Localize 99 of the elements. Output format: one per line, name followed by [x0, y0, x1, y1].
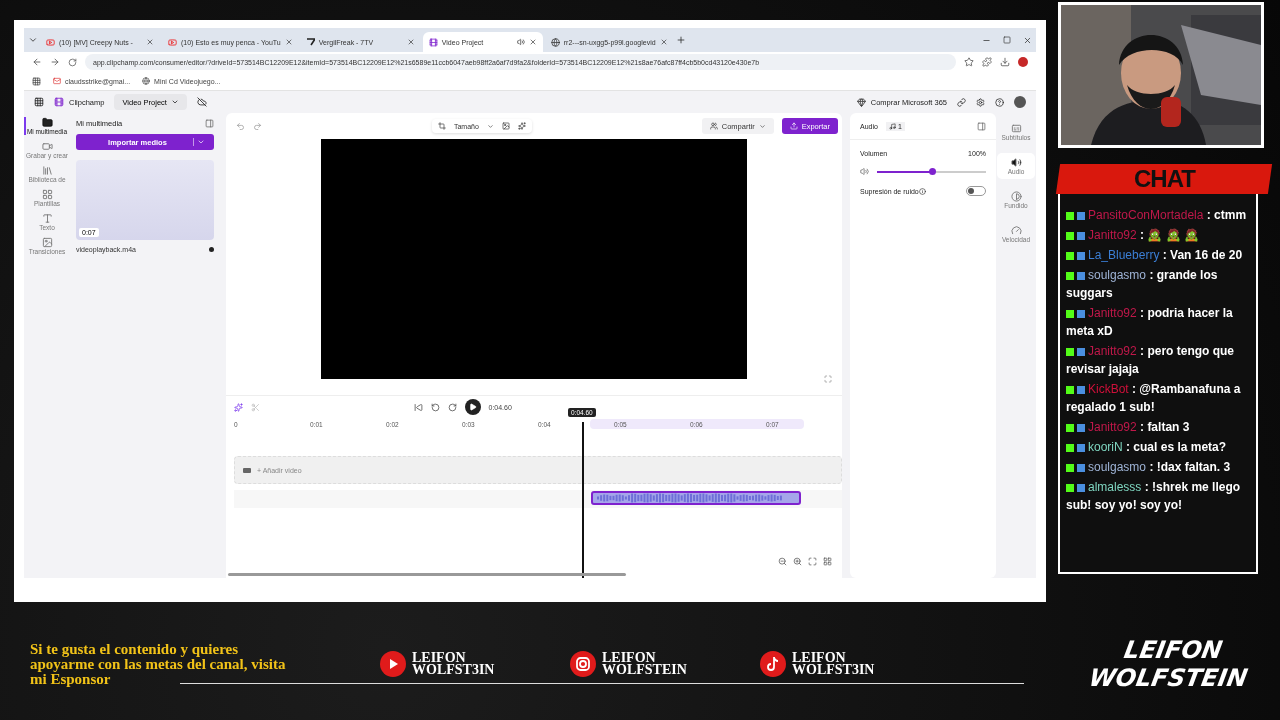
- globe-icon: [550, 37, 560, 47]
- info-icon[interactable]: [918, 187, 926, 195]
- camera-icon: [41, 141, 53, 152]
- close-icon[interactable]: [1023, 35, 1032, 45]
- social-handle: LEIFON WOLFST3IN: [412, 652, 495, 676]
- noise-toggle[interactable]: [966, 186, 986, 196]
- chat-message: almalesss : !shrek me llego sub! soy yo! soy yo!: [1066, 479, 1242, 514]
- forward-icon[interactable]: [50, 57, 60, 67]
- volume-slider[interactable]: [877, 170, 986, 173]
- cloud-off-icon[interactable]: [196, 97, 207, 107]
- bookmark-star-icon[interactable]: [964, 57, 974, 67]
- music-note-icon: [760, 651, 786, 677]
- collapse-panel-icon[interactable]: [977, 121, 986, 131]
- caret-icon: [170, 98, 179, 106]
- gauge-icon: [1010, 225, 1022, 236]
- chat-message: La_Blueberry : Van 16 de 20: [1066, 246, 1252, 264]
- scrollbar[interactable]: [228, 573, 626, 576]
- play-icon: [380, 651, 406, 677]
- forward-icon[interactable]: [447, 402, 457, 412]
- upload-icon: [789, 122, 798, 130]
- play-icon: [468, 403, 477, 411]
- close-icon[interactable]: [284, 38, 293, 46]
- close-icon[interactable]: [146, 38, 154, 46]
- maximize-icon[interactable]: [1003, 36, 1011, 44]
- captions-icon: [1010, 123, 1022, 134]
- apps-icon[interactable]: [34, 97, 44, 107]
- sponsor-text: Si te gusta el contenido y quieres apoyarme con las metas del canal, visita mi Esponsor: [30, 641, 287, 687]
- audio-clip[interactable]: [591, 491, 801, 505]
- help-icon[interactable]: [995, 97, 1004, 107]
- image-icon[interactable]: [501, 122, 510, 130]
- collapse-panel-icon[interactable]: [205, 119, 214, 128]
- social-handle: LEIFON WOLFSTEIN: [602, 652, 687, 676]
- settings-icon[interactable]: [976, 97, 985, 107]
- social-handle: LEIFON WOLFST3IN: [792, 652, 875, 676]
- seven-icon: [306, 38, 315, 46]
- transition-icon: [41, 237, 53, 248]
- chat-message: KickBot : @Rambanafuna a regalado 1 sub!: [1066, 381, 1242, 416]
- chat-message: Janitto92 : 🧟 🧟 🧟: [1066, 226, 1252, 244]
- slider-thumb[interactable]: [928, 167, 936, 175]
- zoom-out-icon[interactable]: [778, 557, 787, 566]
- avatar-icon[interactable]: [1014, 96, 1026, 108]
- chat-message: Janitto92 : podria hacer la meta xD: [1066, 305, 1234, 340]
- speaker-icon: [1010, 157, 1022, 168]
- chat-username[interactable]: soulgasmo: [1088, 460, 1147, 474]
- text-icon: [41, 213, 53, 224]
- chat-message: Janitto92 : faltan 3: [1066, 418, 1252, 436]
- sparkle-icon[interactable]: [517, 122, 526, 130]
- chat-username[interactable]: KickBot: [1088, 382, 1129, 396]
- caret-icon: [486, 122, 494, 130]
- new-tab-icon[interactable]: [675, 35, 686, 45]
- extensions-icon[interactable]: [982, 57, 992, 67]
- film-icon: [54, 97, 64, 107]
- youtube-icon: [46, 37, 55, 47]
- music-icon: [888, 122, 896, 130]
- folder-icon: [41, 117, 53, 128]
- chat-header: CHAT: [1055, 164, 1273, 194]
- chat-message: soulgasmo : grande los suggars: [1066, 267, 1219, 302]
- channel-logo: LEIFON WOLFSTEIN: [1087, 636, 1251, 692]
- skip-back-icon[interactable]: [413, 402, 423, 412]
- camera-icon: [570, 651, 596, 677]
- caret-icon: [758, 122, 766, 130]
- close-icon[interactable]: [528, 38, 537, 46]
- library-icon: [41, 165, 53, 176]
- crop-icon: [437, 122, 446, 130]
- film-icon: [428, 37, 438, 47]
- apps-icon[interactable]: [32, 76, 41, 86]
- reload-icon[interactable]: [68, 57, 77, 67]
- speaker-icon: [860, 167, 869, 176]
- back-icon[interactable]: [32, 57, 42, 67]
- close-icon[interactable]: [659, 38, 668, 46]
- chat-message: Janitto92 : pero tengo que revisar jajaja: [1066, 343, 1236, 378]
- chat-username[interactable]: La_Blueberry: [1088, 248, 1160, 262]
- youtube-icon: [168, 37, 177, 47]
- chat-message: PansitoConMortadela : ctmm: [1066, 206, 1252, 224]
- tab-list-icon[interactable]: [28, 35, 38, 45]
- diamond-icon: [856, 97, 866, 107]
- layout-icon[interactable]: [823, 557, 832, 566]
- globe-icon: [142, 77, 151, 85]
- fit-icon[interactable]: [808, 557, 817, 566]
- chat-username[interactable]: soulgasmo: [1088, 268, 1147, 282]
- people-icon: [709, 122, 718, 130]
- close-icon[interactable]: [406, 38, 415, 46]
- chat-message: kooriN : cual es la meta?: [1066, 438, 1252, 456]
- status-dot-icon: [209, 247, 214, 252]
- link-icon[interactable]: [957, 97, 966, 107]
- rewind-icon[interactable]: [430, 402, 440, 412]
- film-strip-icon: [243, 467, 251, 473]
- play-button[interactable]: [464, 399, 481, 415]
- contrast-icon: [1010, 191, 1022, 202]
- speaker-icon: [516, 38, 525, 46]
- grid-icon: [41, 189, 53, 200]
- avatar-icon[interactable]: [1018, 57, 1028, 67]
- zoom-in-icon[interactable]: [793, 557, 802, 566]
- chat-message: soulgasmo : !dax faltan. 3: [1066, 458, 1252, 476]
- download-icon[interactable]: [1000, 57, 1010, 67]
- mail-icon: [53, 77, 61, 85]
- chat-username[interactable]: kooriN: [1088, 440, 1123, 454]
- sparkle-icon[interactable]: [234, 402, 243, 412]
- chat-username[interactable]: almalesss: [1088, 480, 1142, 494]
